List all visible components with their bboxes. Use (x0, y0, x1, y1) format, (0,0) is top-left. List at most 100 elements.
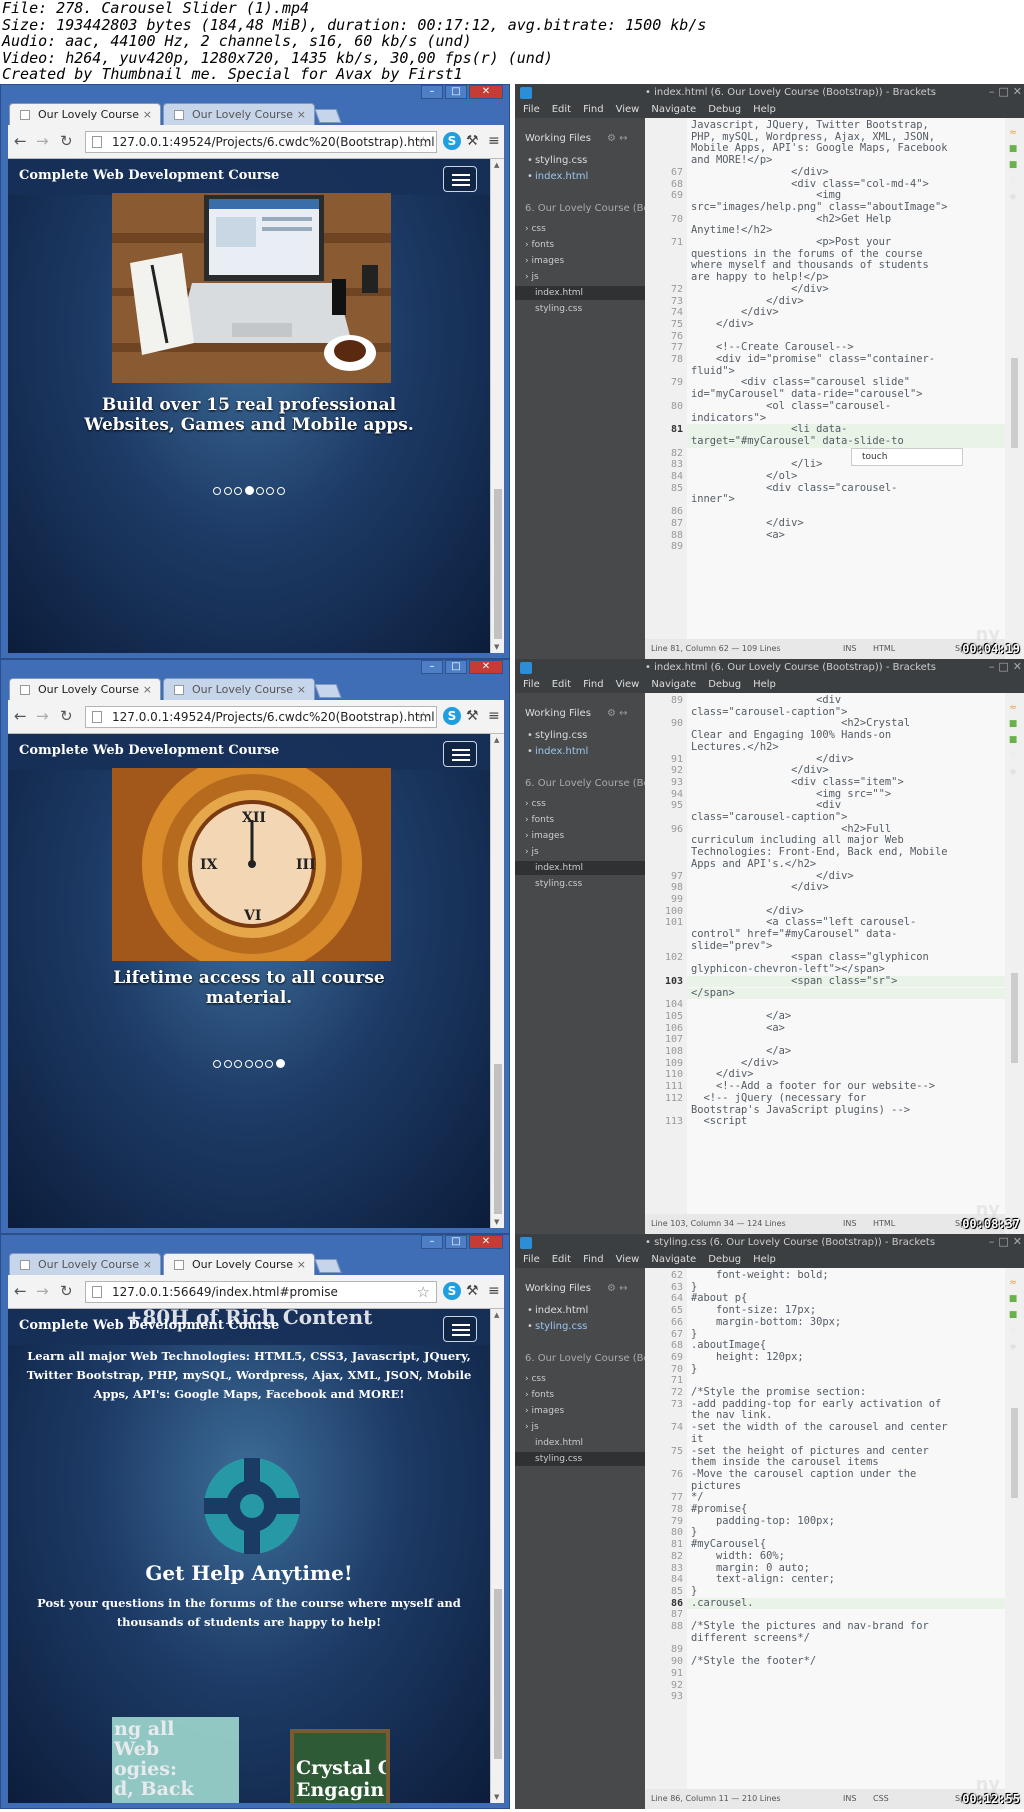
browser-tab[interactable]: Our Lovely Course × (163, 103, 315, 125)
chrome-menu-icon[interactable]: ≡ (488, 1282, 500, 1300)
hint-icon[interactable]: ♢ (1007, 176, 1019, 186)
maximize-icon[interactable]: □ (998, 84, 1008, 100)
back-arrow-icon[interactable]: ← (14, 1283, 27, 1299)
tab-close-icon[interactable]: × (297, 679, 306, 700)
new-tab-button[interactable] (314, 684, 342, 698)
carousel-indicator-dot[interactable] (275, 1059, 285, 1068)
insert-mode[interactable]: INS (843, 639, 856, 659)
menu-item[interactable]: Help (753, 679, 776, 690)
back-arrow-icon[interactable]: ← (14, 133, 27, 149)
forward-arrow-icon[interactable]: → (36, 708, 49, 724)
project-tree-item[interactable]: › images (525, 254, 645, 268)
live-preview-icon[interactable]: ≈ (1007, 1278, 1019, 1288)
site-brand[interactable]: Complete Web Development Course (19, 743, 279, 759)
project-tree-item[interactable]: styling.css (525, 302, 645, 316)
page-scrollbar[interactable]: ▲ ▼ (490, 159, 504, 653)
carousel-indicator-dot[interactable] (266, 487, 275, 495)
carousel-indicator-dot[interactable] (213, 1060, 222, 1068)
extension-icon[interactable]: ■ (1007, 1310, 1019, 1320)
tab-close-icon[interactable]: × (297, 104, 306, 125)
hamburger-menu-button[interactable] (443, 166, 477, 192)
language-mode[interactable]: CSS (873, 1789, 889, 1809)
browser-tab[interactable]: Our Lovely Course × (9, 1253, 161, 1275)
hamburger-menu-button[interactable] (443, 741, 477, 767)
layers-icon[interactable]: ◈ (1007, 1342, 1019, 1352)
maximize-icon[interactable]: □ (998, 659, 1008, 675)
sidebar-settings-icon[interactable]: ⚙ ↔ (607, 707, 628, 721)
address-bar[interactable]: 127.0.0.1:56649/index.html#promise ☆ (85, 1281, 437, 1303)
page-scrollbar[interactable]: ▲ ▼ (490, 1309, 504, 1803)
carousel-indicator-dot[interactable] (265, 1060, 274, 1068)
scrollbar-thumb[interactable] (494, 1589, 502, 1759)
project-tree-item[interactable]: index.html (515, 861, 645, 875)
browser-tab[interactable]: Our Lovely Course × (9, 678, 161, 701)
menu-item[interactable]: Edit (552, 679, 571, 690)
bookmark-star-icon[interactable]: ☆ (417, 707, 430, 727)
language-mode[interactable]: HTML (873, 639, 895, 659)
developer-tools-icon[interactable]: ⚒ (466, 707, 479, 725)
code-hint-popup[interactable]: touch (851, 447, 963, 466)
scrollbar-thumb[interactable] (1011, 973, 1018, 1063)
tab-close-icon[interactable]: × (143, 104, 152, 125)
reload-icon[interactable]: ↻ (60, 708, 73, 724)
extension-manager-icon[interactable]: ■ (1007, 1294, 1019, 1304)
menu-item[interactable]: View (616, 679, 640, 690)
menu-item[interactable]: View (616, 1254, 640, 1265)
working-file[interactable]: • index.html (527, 170, 588, 184)
menu-item[interactable]: Navigate (651, 104, 696, 115)
project-title[interactable]: 6. Our Lovely Course (Boots (525, 202, 665, 216)
working-file[interactable]: • index.html (527, 745, 588, 759)
new-tab-button[interactable] (314, 109, 342, 123)
scrollbar-thumb[interactable] (494, 489, 502, 639)
close-icon[interactable]: ✕ (1013, 659, 1022, 675)
skype-icon[interactable]: S (443, 1282, 461, 1300)
menu-item[interactable]: Find (583, 679, 604, 690)
browser-tab[interactable]: Our Lovely Course × (163, 678, 315, 700)
sidebar-settings-icon[interactable]: ⚙ ↔ (607, 1282, 628, 1296)
project-tree-item[interactable]: › css (525, 797, 645, 811)
carousel-indicator-dot[interactable] (234, 1060, 243, 1068)
chrome-menu-icon[interactable]: ≡ (488, 707, 500, 725)
back-arrow-icon[interactable]: ← (14, 708, 27, 724)
project-tree-item[interactable]: styling.css (525, 877, 645, 891)
bookmark-star-icon[interactable]: ☆ (417, 1282, 430, 1302)
project-title[interactable]: 6. Our Lovely Course (Boots (525, 1352, 665, 1366)
minimize-icon[interactable]: – (989, 1234, 995, 1250)
menu-item[interactable]: Edit (552, 1254, 571, 1265)
minimize-icon[interactable]: – (421, 1235, 443, 1249)
scroll-up-arrow-icon[interactable]: ▲ (494, 736, 499, 744)
reload-icon[interactable]: ↻ (60, 133, 73, 149)
scroll-down-arrow-icon[interactable]: ▼ (494, 643, 499, 651)
maximize-icon[interactable]: □ (445, 85, 467, 99)
menu-item[interactable]: Edit (552, 104, 571, 115)
project-tree-item[interactable]: index.html (515, 286, 645, 300)
menu-item[interactable]: Find (583, 104, 604, 115)
address-bar[interactable]: 127.0.0.1:49524/Projects/6.cwdc%20(Boots… (85, 706, 437, 728)
close-icon[interactable]: ✕ (469, 660, 503, 674)
menu-item[interactable]: Debug (708, 1254, 741, 1265)
close-icon[interactable]: ✕ (1013, 84, 1022, 100)
extension-manager-icon[interactable]: ■ (1007, 144, 1019, 154)
address-bar[interactable]: 127.0.0.1:49524/Projects/6.cwdc%20(Boots… (85, 131, 437, 153)
extension-manager-icon[interactable]: ■ (1007, 719, 1019, 729)
scrollbar-thumb[interactable] (494, 1064, 502, 1214)
project-title[interactable]: 6. Our Lovely Course (Boots (525, 777, 665, 791)
menu-item[interactable]: Help (753, 104, 776, 115)
carousel-indicator-dot[interactable] (276, 487, 285, 495)
live-preview-icon[interactable]: ≈ (1007, 703, 1019, 713)
minimize-icon[interactable]: – (989, 84, 995, 100)
menu-item[interactable]: Help (753, 1254, 776, 1265)
new-tab-button[interactable] (314, 1259, 342, 1273)
tab-close-icon[interactable]: × (297, 1254, 306, 1275)
language-mode[interactable]: HTML (873, 1214, 895, 1234)
page-scrollbar[interactable]: ▲ ▼ (490, 734, 504, 1228)
tab-close-icon[interactable]: × (143, 1254, 152, 1275)
code-editor[interactable]: 62 font-weight: bold; 63} 64 #about p{65 fo… (645, 1268, 1005, 1789)
working-file[interactable]: • styling.css (527, 729, 587, 743)
browser-tab[interactable]: Our Lovely Course × (163, 1253, 315, 1276)
scrollbar-thumb[interactable] (1011, 358, 1018, 448)
close-icon[interactable]: ✕ (469, 1235, 503, 1249)
carousel-indicator-dot[interactable] (244, 1060, 253, 1068)
project-tree-item[interactable]: › images (525, 829, 645, 843)
project-tree-item[interactable]: › js (525, 270, 645, 284)
